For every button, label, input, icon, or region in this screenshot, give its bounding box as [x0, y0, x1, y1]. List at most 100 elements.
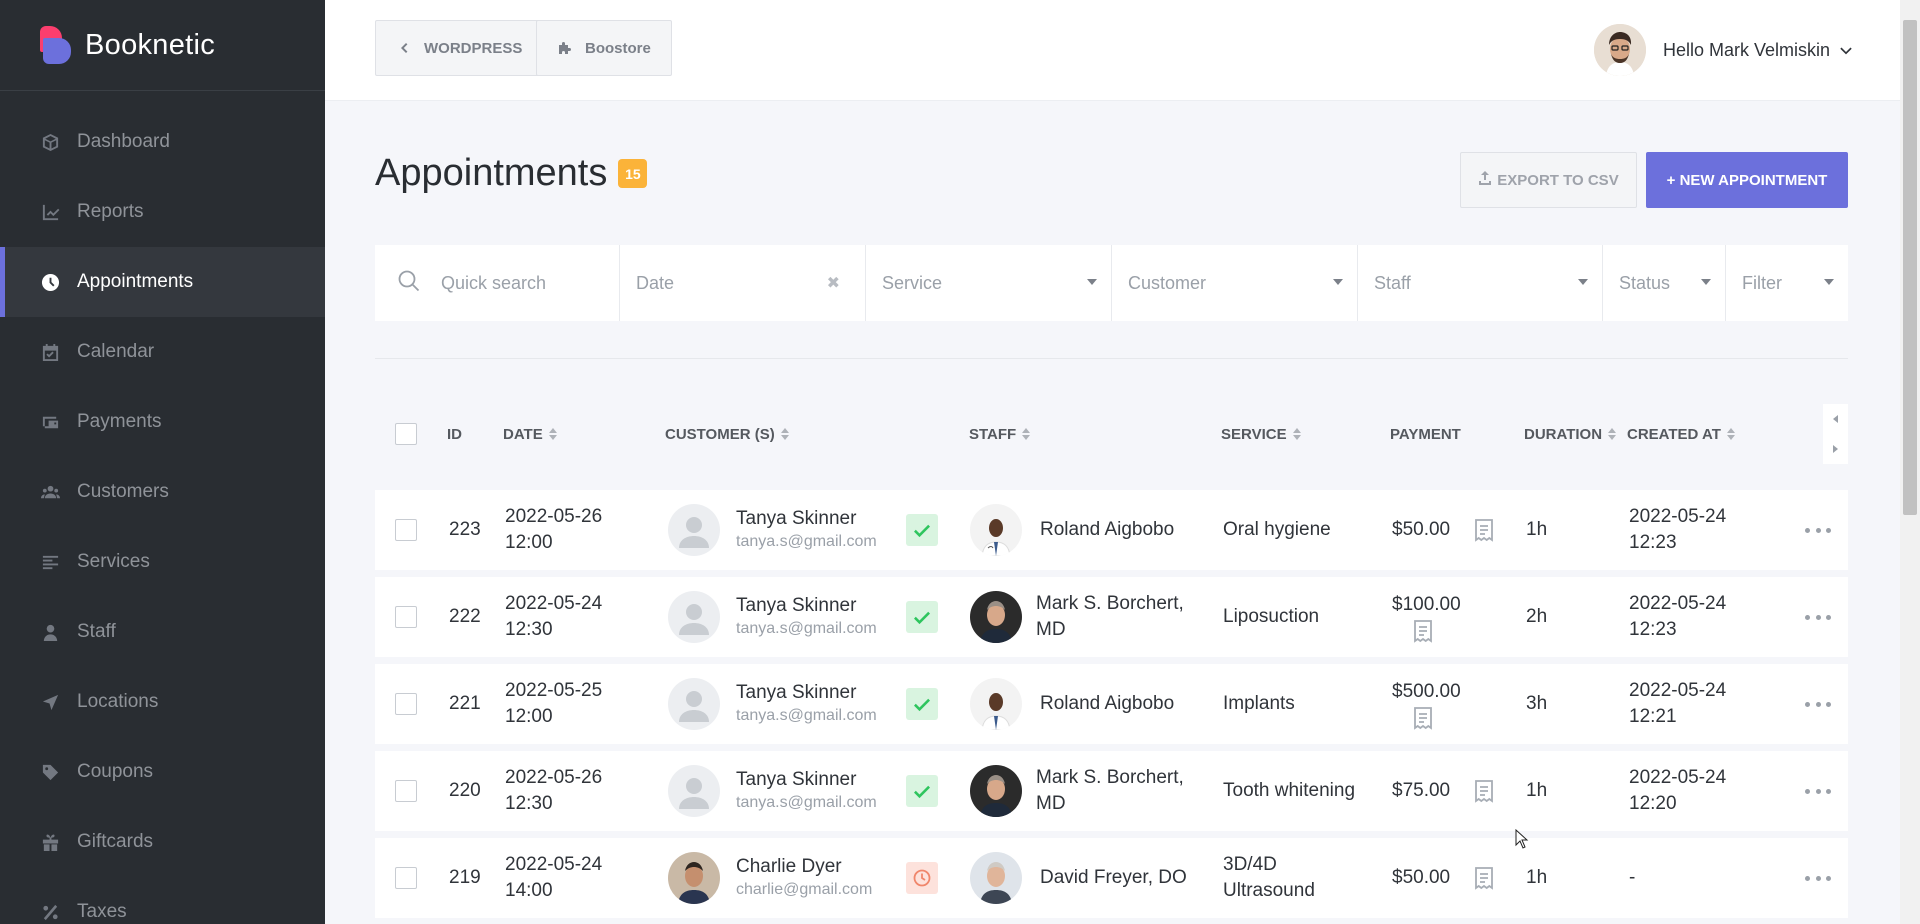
- user-menu[interactable]: Hello Mark Velmiskin: [1593, 24, 1852, 76]
- customer-filter[interactable]: Customer: [1112, 245, 1358, 321]
- customer-email: tanya.s@gmail.com: [736, 533, 877, 550]
- table-row[interactable]: 223 2022-05-26 12:00 Tanya Skinner tanya.s…: [375, 490, 1848, 570]
- sidebar-item-label: Giftcards: [77, 831, 154, 852]
- customer-email: tanya.s@gmail.com: [736, 707, 877, 724]
- customer-info[interactable]: Tanya Skinner tanya.s@gmail.com: [736, 577, 877, 657]
- new-appointment-button[interactable]: + NEW APPOINTMENT: [1646, 152, 1848, 208]
- service-line1: Implants: [1223, 693, 1295, 714]
- table-row[interactable]: 220 2022-05-26 12:30 Tanya Skinner tanya.s…: [375, 751, 1848, 831]
- sidebar-item-taxes[interactable]: Taxes: [0, 877, 325, 924]
- receipt-icon[interactable]: [1471, 751, 1497, 831]
- sidebar-item-calendar[interactable]: Calendar: [0, 317, 325, 387]
- header-date[interactable]: DATE: [503, 426, 557, 443]
- date-filter[interactable]: Date ✖: [620, 245, 866, 321]
- quick-search-input[interactable]: Quick search: [375, 245, 620, 321]
- page-scrollbar[interactable]: [1900, 0, 1920, 924]
- customer-info[interactable]: Tanya Skinner tanya.s@gmail.com: [736, 751, 877, 831]
- select-all-checkbox[interactable]: [395, 423, 417, 445]
- search-icon: [397, 269, 441, 298]
- boostore-button[interactable]: Boostore: [536, 20, 672, 76]
- status-approved[interactable]: [906, 577, 938, 657]
- check-icon: [906, 688, 938, 720]
- row-checkbox[interactable]: [395, 490, 417, 570]
- status-approved[interactable]: [906, 751, 938, 831]
- status-pending[interactable]: [906, 838, 938, 918]
- clear-date-icon[interactable]: ✖: [827, 273, 840, 293]
- date-time: 12:30: [505, 793, 553, 814]
- receipt-icon[interactable]: [1410, 705, 1461, 737]
- wordpress-back-button[interactable]: WORDPRESS: [375, 20, 544, 76]
- header-created-at[interactable]: CREATED AT: [1627, 426, 1735, 443]
- staff-name: Mark S. Borchert, MD: [1036, 751, 1184, 831]
- sidebar-item-services[interactable]: Services: [0, 527, 325, 597]
- status-approved[interactable]: [906, 664, 938, 744]
- sidebar-item-dashboard[interactable]: Dashboard: [0, 107, 325, 177]
- customer-info[interactable]: Charlie Dyer charlie@gmail.com: [736, 838, 872, 918]
- status-filter[interactable]: Status: [1603, 245, 1726, 321]
- sidebar-item-payments[interactable]: Payments: [0, 387, 325, 457]
- row-actions-menu[interactable]: [1805, 751, 1831, 831]
- row-actions-menu[interactable]: [1805, 490, 1831, 570]
- row-checkbox[interactable]: [395, 577, 417, 657]
- wallet-icon: [40, 412, 60, 432]
- staff-name-line1: David Freyer, DO: [1040, 867, 1187, 888]
- receipt-icon[interactable]: [1471, 490, 1497, 570]
- status-approved[interactable]: [906, 490, 938, 570]
- receipt-icon[interactable]: [1471, 838, 1497, 918]
- header-customers[interactable]: CUSTOMER (S): [665, 426, 789, 443]
- row-actions-menu[interactable]: [1805, 664, 1831, 744]
- row-checkbox[interactable]: [395, 664, 417, 744]
- more-filter[interactable]: Filter: [1726, 245, 1848, 321]
- row-actions-menu[interactable]: [1805, 577, 1831, 657]
- customer-name: Tanya Skinner: [736, 595, 857, 616]
- row-checkbox[interactable]: [395, 838, 417, 918]
- sort-icon: [548, 428, 557, 440]
- created-at: 2022-05-24 12:21: [1629, 664, 1726, 744]
- header-duration[interactable]: DURATION: [1524, 426, 1617, 443]
- upload-icon: [1478, 171, 1497, 189]
- header-service[interactable]: SERVICE: [1221, 426, 1301, 443]
- row-date: 2022-05-26 12:00: [505, 490, 602, 570]
- date-time: 12:30: [505, 619, 553, 640]
- sidebar-item-appointments[interactable]: Appointments: [0, 247, 325, 317]
- table-row[interactable]: 219 2022-05-24 14:00 Charlie Dyer charlie@…: [375, 838, 1848, 918]
- staff-name-line2: MD: [1036, 619, 1066, 640]
- sort-icon: [1022, 428, 1031, 440]
- table-row[interactable]: 222 2022-05-24 12:30 Tanya Skinner tanya.s…: [375, 577, 1848, 657]
- sidebar-item-reports[interactable]: Reports: [0, 177, 325, 247]
- divider: [375, 358, 1848, 359]
- customer-name: Tanya Skinner: [736, 769, 857, 790]
- scrollbar-thumb[interactable]: [1903, 20, 1917, 515]
- row-id: 219: [449, 867, 481, 888]
- sidebar-item-giftcards[interactable]: Giftcards: [0, 807, 325, 877]
- customer-info[interactable]: Tanya Skinner tanya.s@gmail.com: [736, 664, 877, 744]
- header-staff[interactable]: STAFF: [969, 426, 1031, 443]
- avatar-placeholder-icon: [668, 504, 720, 556]
- sidebar-item-coupons[interactable]: Coupons: [0, 737, 325, 807]
- chart-icon: [40, 202, 60, 222]
- customer-avatar: [668, 751, 720, 831]
- row-checkbox[interactable]: [395, 751, 417, 831]
- payment-amount: $100.00: [1392, 577, 1461, 657]
- table-row[interactable]: 221 2022-05-25 12:00 Tanya Skinner tanya.s…: [375, 664, 1848, 744]
- sidebar-item-customers[interactable]: Customers: [0, 457, 325, 527]
- export-csv-button[interactable]: EXPORT TO CSV: [1460, 152, 1637, 208]
- customer-email: tanya.s@gmail.com: [736, 794, 877, 811]
- duration: 2h: [1526, 606, 1548, 627]
- created-day: 2022-05-24: [1629, 593, 1727, 614]
- created-day: 2022-05-24: [1629, 506, 1727, 527]
- sidebar-item-locations[interactable]: Locations: [0, 667, 325, 737]
- customer-info[interactable]: Tanya Skinner tanya.s@gmail.com: [736, 490, 877, 570]
- sidebar-item-staff[interactable]: Staff: [0, 597, 325, 667]
- service-line1: Liposuction: [1223, 606, 1320, 627]
- brand[interactable]: Booknetic: [0, 0, 325, 91]
- receipt-icon[interactable]: [1410, 618, 1461, 650]
- row-actions-menu[interactable]: [1805, 838, 1831, 918]
- table-scroll-arrows[interactable]: [1823, 404, 1848, 464]
- user-icon: [40, 622, 60, 642]
- puzzle-icon: [557, 40, 573, 56]
- header-service-label: SERVICE: [1221, 425, 1287, 443]
- service-filter[interactable]: Service: [866, 245, 1112, 321]
- sidebar-item-label: Appointments: [77, 271, 194, 292]
- staff-filter[interactable]: Staff: [1358, 245, 1603, 321]
